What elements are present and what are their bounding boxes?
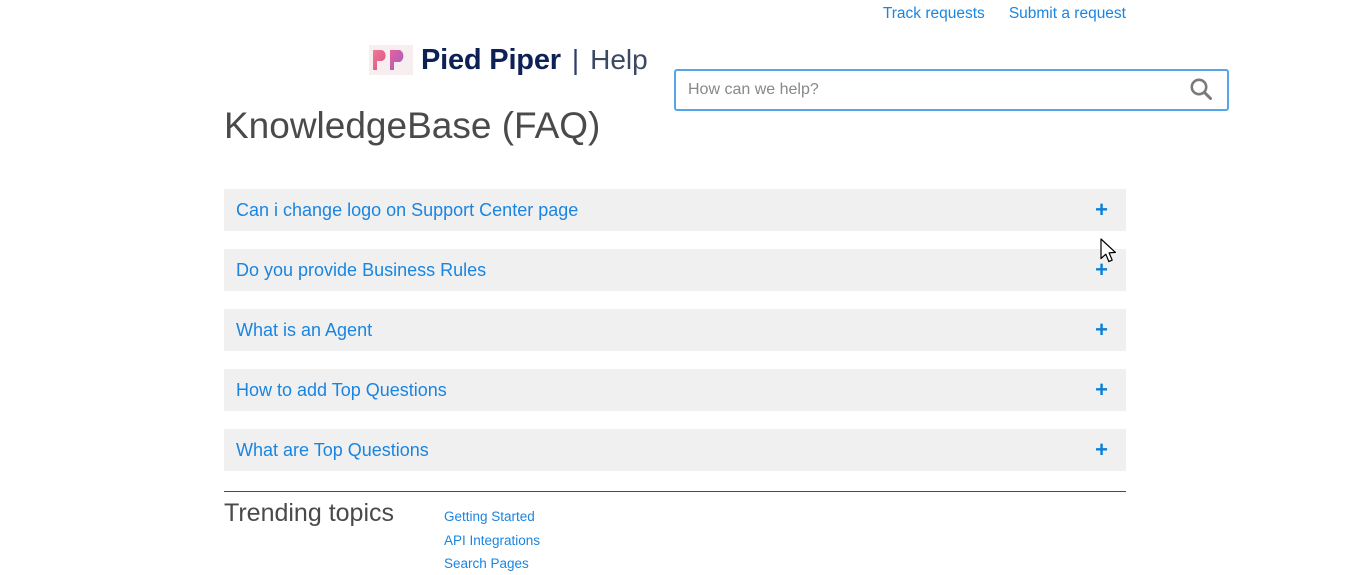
pied-piper-logo-icon	[369, 45, 413, 75]
expand-plus-icon[interactable]: +	[1095, 439, 1108, 461]
brand-separator: |	[571, 44, 580, 75]
expand-plus-icon[interactable]: +	[1095, 259, 1108, 281]
top-utility-nav: Track requests Submit a request	[0, 0, 1126, 28]
expand-plus-icon[interactable]: +	[1095, 199, 1108, 221]
trending-link-search-pages[interactable]: Search Pages	[444, 557, 540, 571]
faq-item-label: What are Top Questions	[236, 440, 429, 460]
brand-subtitle: Help	[590, 44, 648, 75]
faq-row[interactable]: Can i change logo on Support Center page…	[224, 189, 1126, 231]
section-divider	[224, 491, 1126, 492]
faq-row[interactable]: How to add Top Questions +	[224, 369, 1126, 411]
expand-plus-icon[interactable]: +	[1095, 379, 1108, 401]
search-icon	[1188, 76, 1214, 105]
faq-item-label: How to add Top Questions	[236, 380, 447, 400]
trending-link-getting-started[interactable]: Getting Started	[444, 510, 540, 524]
brand-name: Pied Piper	[421, 43, 561, 76]
faq-row[interactable]: What is an Agent +	[224, 309, 1126, 351]
trending-topics-list: Getting Started API Integrations Search …	[444, 498, 540, 571]
faq-accordion: Can i change logo on Support Center page…	[224, 189, 1126, 489]
search-button[interactable]	[1175, 71, 1227, 109]
faq-row[interactable]: What are Top Questions +	[224, 429, 1126, 471]
brand-logo[interactable]: Pied Piper | Help	[369, 33, 648, 87]
page-title: KnowledgeBase (FAQ)	[224, 105, 601, 146]
faq-item-label: Can i change logo on Support Center page	[236, 200, 579, 220]
trending-link-api-integrations[interactable]: API Integrations	[444, 533, 540, 548]
faq-item-label: What is an Agent	[236, 320, 373, 340]
site-header: Pied Piper | Help	[0, 33, 1347, 111]
submit-request-link[interactable]: Submit a request	[1009, 6, 1126, 22]
track-requests-link[interactable]: Track requests	[883, 6, 985, 22]
search-box[interactable]	[674, 69, 1229, 111]
trending-topics-section: Trending topics Getting Started API Inte…	[224, 498, 1126, 571]
search-input[interactable]	[676, 71, 1175, 109]
trending-topics-title: Trending topics	[224, 499, 394, 527]
faq-item-label: Do you provide Business Rules	[236, 260, 487, 280]
faq-row[interactable]: Do you provide Business Rules +	[224, 249, 1126, 291]
expand-plus-icon[interactable]: +	[1095, 319, 1108, 341]
